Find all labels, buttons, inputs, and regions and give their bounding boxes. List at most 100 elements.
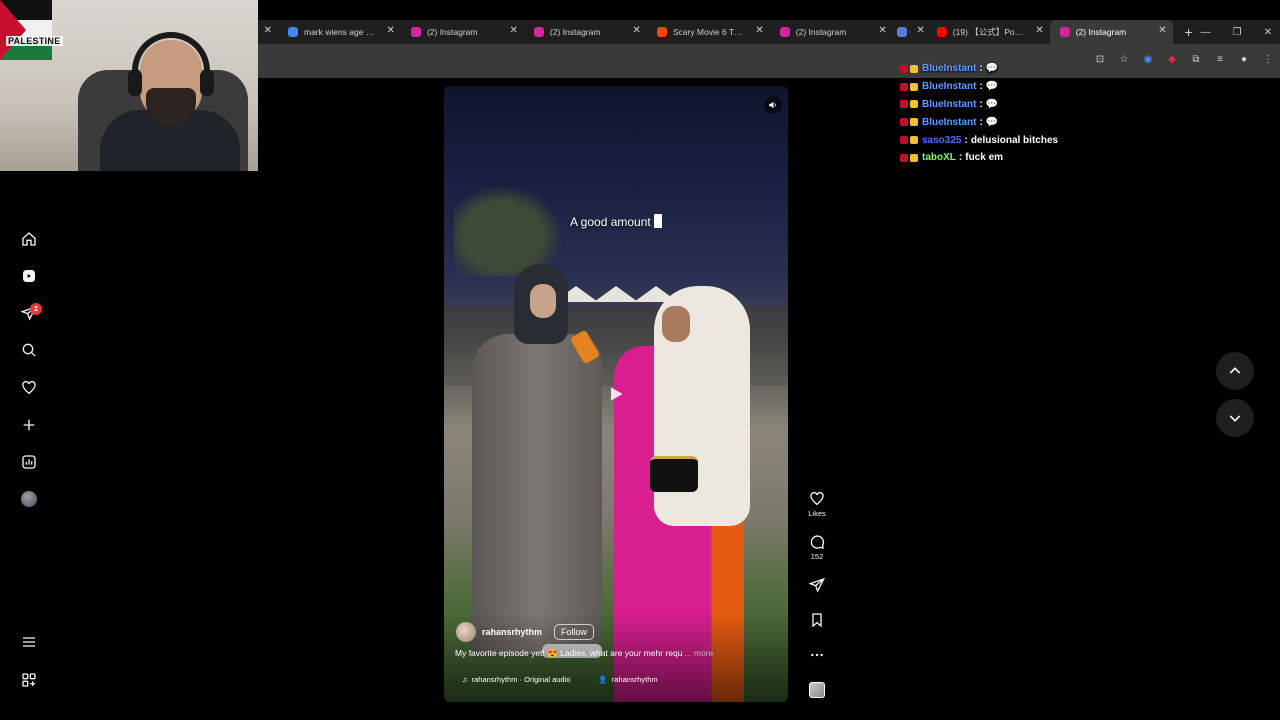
home-icon [22, 232, 36, 246]
chat-username[interactable]: BlueInstant [922, 117, 976, 128]
chat-text: fuck em [965, 152, 1004, 164]
reel-video[interactable]: A good amount rahansrhythm Follow My fav… [444, 86, 788, 702]
close-icon[interactable]: ✕ [1035, 25, 1043, 36]
plus-icon [23, 419, 35, 431]
audio-link[interactable]: ♫ rahansrhythm · Original audio [462, 675, 570, 684]
sidebar-item-more[interactable] [20, 633, 38, 651]
close-icon[interactable]: ✕ [878, 25, 886, 36]
save-button[interactable] [806, 612, 828, 628]
chevron-down-icon [1229, 415, 1241, 422]
person-icon: 👤 [598, 675, 608, 684]
profile-avatar-icon[interactable]: ● [1238, 54, 1250, 65]
play-icon [611, 387, 623, 401]
avatar-icon[interactable] [21, 491, 37, 507]
mute-button[interactable] [764, 96, 782, 114]
reels-icon [23, 270, 35, 282]
sidebar-item-search[interactable] [20, 341, 38, 359]
chat-badges [900, 136, 918, 145]
badge-icon [910, 100, 918, 109]
badge-icon [910, 64, 918, 73]
more-link[interactable]: ... more [684, 648, 713, 658]
share-button[interactable] [806, 577, 828, 593]
new-tab-button[interactable]: + [1177, 20, 1201, 44]
comments-count: 152 [810, 552, 824, 561]
messages-badge: 2 [30, 303, 42, 315]
chat-message: taboXL: fuck em [900, 149, 1200, 167]
close-icon[interactable]: ✕ [264, 25, 272, 36]
youtube-favicon-icon [936, 27, 947, 37]
sidebar-item-meta[interactable] [20, 671, 38, 689]
chat-separator: : [979, 98, 983, 110]
media-icon[interactable]: ≡ [1214, 54, 1226, 65]
tab-youtube[interactable]: (19) 【公式】Pokémon ✕ [927, 20, 1050, 44]
close-icon[interactable]: ✕ [755, 25, 763, 36]
close-icon[interactable]: ✕ [510, 25, 518, 36]
tab-label: (2) Instagram [795, 27, 847, 37]
sidebar-item-dashboard[interactable] [20, 453, 38, 471]
chat-username[interactable]: BlueInstant [922, 99, 976, 110]
chat-username[interactable]: taboXL [922, 152, 956, 163]
sidebar-item-notifications[interactable] [20, 379, 38, 397]
sidebar-item-create[interactable] [20, 416, 38, 434]
comment-button[interactable]: 152 [806, 534, 828, 561]
tab-pinned[interactable]: ✕ [893, 20, 927, 44]
tab-google[interactable]: mark wiens age - Go ✕ [278, 20, 401, 44]
tab-instagram[interactable]: (2) Instagram ✕ [770, 20, 893, 44]
chat-message: BlueInstant: 💬 [900, 96, 1200, 114]
chat-username[interactable]: BlueInstant [922, 81, 976, 92]
headset [132, 32, 210, 90]
tab-label: (2) Instagram [1075, 27, 1127, 37]
close-icon[interactable]: ✕ [916, 25, 924, 36]
reddit-favicon-icon [656, 27, 667, 37]
badge-icon [910, 118, 918, 127]
woman-in-grey-coat [472, 264, 602, 658]
instagram-favicon-icon [1059, 27, 1070, 37]
headset-earcup-right [200, 70, 214, 96]
tagged-user[interactable]: 👤 rahansrhythm [598, 675, 657, 684]
play-button[interactable] [602, 380, 630, 408]
close-window-button[interactable]: ✕ [1264, 27, 1272, 38]
author-username[interactable]: rahansrhythm [482, 627, 542, 637]
follow-button[interactable]: Follow [554, 624, 595, 640]
restore-button[interactable]: ❐ [1233, 27, 1242, 38]
like-button[interactable]: Likes [806, 491, 828, 518]
tab-instagram[interactable]: (2) Instagram ✕ [401, 20, 524, 44]
audio-thumbnail[interactable] [809, 682, 825, 698]
chat-badges [900, 64, 918, 73]
tab-instagram-active[interactable]: (2) Instagram ✕ [1049, 20, 1173, 44]
sidebar-item-reels[interactable] [20, 267, 38, 285]
close-icon[interactable]: ✕ [1158, 25, 1166, 36]
tab-partial[interactable]: ✕ [258, 20, 278, 44]
instagram-favicon-icon [410, 27, 421, 37]
next-reel-button[interactable] [1216, 399, 1254, 437]
chat-message: BlueInstant: 💬 [900, 60, 1200, 78]
close-icon[interactable]: ✕ [387, 25, 395, 36]
grid-icon [22, 673, 36, 687]
palestine-flag [0, 0, 52, 60]
badge-icon [900, 153, 908, 162]
reel-description: My favorite episode yet! 😍 Ladies, what … [455, 648, 714, 658]
kebab-menu-icon[interactable]: ⋮ [1262, 54, 1274, 65]
author-avatar[interactable] [456, 622, 476, 642]
sidebar-item-home[interactable] [20, 230, 38, 248]
badge-icon [900, 118, 908, 127]
chat-badges [900, 100, 918, 109]
chat-message: saso325: delusional bitches [900, 131, 1200, 149]
webcam-overlay: PALESTINE [0, 0, 258, 171]
previous-reel-button[interactable] [1216, 352, 1254, 390]
badge-icon [900, 136, 908, 145]
chat-text: delusional bitches [970, 134, 1059, 146]
tab-label: (19) 【公式】Pokémon [952, 27, 1025, 37]
chat-text: 💬 [985, 63, 999, 75]
browser-tab-bar: ✕ mark wiens age - Go ✕ (2) Instagram ✕ … [258, 20, 1280, 44]
chat-text: 💬 [985, 98, 999, 110]
more-options-button[interactable] [806, 647, 828, 663]
close-icon[interactable]: ✕ [632, 25, 640, 36]
minimize-button[interactable]: — [1201, 27, 1211, 38]
tab-instagram[interactable]: (2) Instagram ✕ [524, 20, 647, 44]
chat-username[interactable]: saso325 [922, 135, 961, 146]
chat-username[interactable]: BlueInstant [922, 63, 976, 74]
chart-icon [22, 455, 36, 469]
send-icon [809, 577, 825, 593]
tab-reddit[interactable]: Scary Movie 6 Trailer ✕ [647, 20, 770, 44]
